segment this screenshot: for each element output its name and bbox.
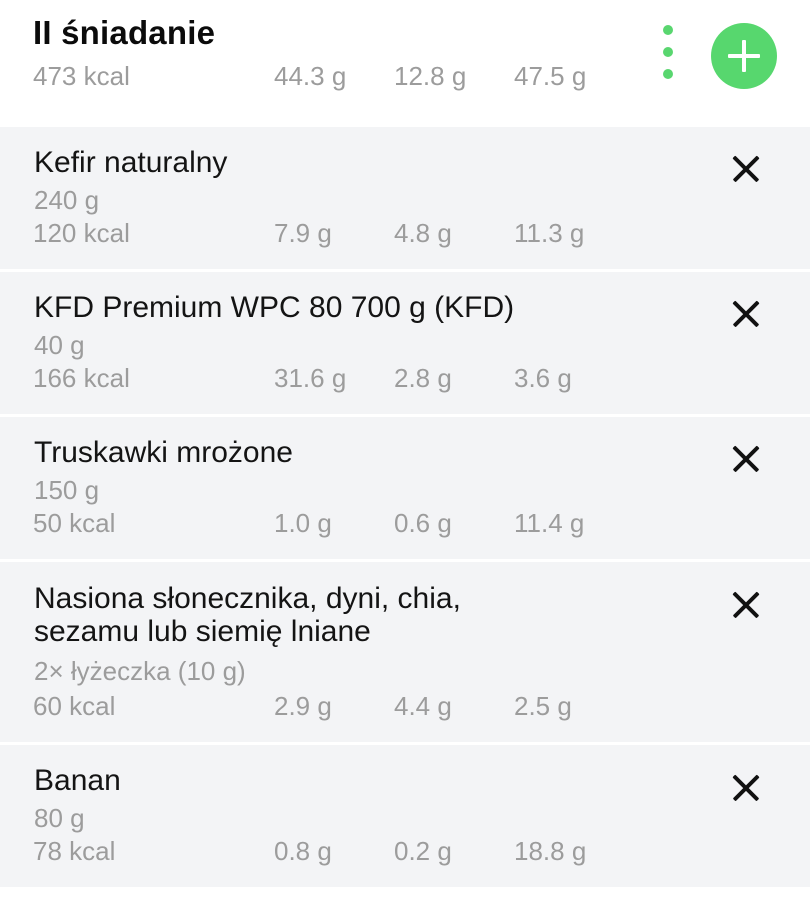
item-name: Banan (34, 764, 121, 797)
add-product-button[interactable] (711, 23, 777, 89)
meal-header: II śniadanie 473 kcal 44.3 g 12.8 g 47.5… (0, 0, 810, 127)
item-protein: 2.9 g (274, 691, 332, 721)
remove-item-button[interactable] (726, 585, 766, 625)
item-name: Nasiona słonecznika, dyni, chia, (34, 582, 461, 615)
meal-item[interactable]: Banan 80 g 78 kcal 0.8 g 0.2 g 18.8 g (0, 745, 810, 887)
item-protein: 1.0 g (274, 508, 332, 538)
remove-item-button[interactable] (726, 768, 766, 808)
item-name: Kefir naturalny (34, 146, 228, 179)
remove-item-button[interactable] (726, 439, 766, 479)
item-kcal: 166 kcal (33, 363, 130, 393)
item-amount: 240 g (34, 185, 100, 215)
item-protein: 0.8 g (274, 836, 332, 866)
item-carbs: 3.6 g (514, 363, 572, 393)
more-vert-icon[interactable] (648, 22, 688, 82)
menu-dot (663, 69, 673, 79)
meal-kcal: 473 kcal (33, 61, 130, 91)
item-fat: 0.6 g (394, 508, 452, 538)
meal-item[interactable]: Kefir naturalny 240 g 120 kcal 7.9 g 4.8… (0, 127, 810, 269)
meal-item[interactable]: Truskawki mrożone 150 g 50 kcal 1.0 g 0.… (0, 417, 810, 559)
item-carbs: 18.8 g (514, 836, 587, 866)
remove-item-button[interactable] (726, 149, 766, 189)
item-carbs: 2.5 g (514, 691, 572, 721)
item-kcal: 50 kcal (33, 508, 116, 538)
meal-fat: 12.8 g (394, 61, 467, 91)
item-amount: 150 g (34, 475, 100, 505)
item-name: Truskawki mrożone (34, 436, 293, 469)
item-name-continued: sezamu lub siemię lniane (34, 615, 371, 648)
item-kcal: 78 kcal (33, 836, 116, 866)
item-amount: 80 g (34, 803, 85, 833)
meal-item[interactable]: Nasiona słonecznika, dyni, chia, sezamu … (0, 562, 810, 742)
item-protein: 7.9 g (274, 218, 332, 248)
item-name: KFD Premium WPC 80 700 g (KFD) (34, 291, 515, 324)
item-fat: 0.2 g (394, 836, 452, 866)
item-carbs: 11.4 g (514, 508, 585, 538)
remove-item-button[interactable] (726, 294, 766, 334)
item-kcal: 120 kcal (33, 218, 130, 248)
meal-carbs: 47.5 g (514, 61, 587, 91)
menu-dot (663, 25, 673, 35)
item-carbs: 11.3 g (514, 218, 585, 248)
meal-title: II śniadanie (33, 14, 216, 51)
meal-protein: 44.3 g (274, 61, 347, 91)
item-kcal: 60 kcal (33, 691, 116, 721)
item-fat: 4.8 g (394, 218, 452, 248)
item-amount: 2× łyżeczka (10 g) (34, 656, 246, 686)
item-fat: 2.8 g (394, 363, 452, 393)
item-protein: 31.6 g (274, 363, 347, 393)
item-amount: 40 g (34, 330, 85, 360)
meal-item[interactable]: KFD Premium WPC 80 700 g (KFD) 40 g 166 … (0, 272, 810, 414)
item-fat: 4.4 g (394, 691, 452, 721)
menu-dot (663, 47, 673, 57)
